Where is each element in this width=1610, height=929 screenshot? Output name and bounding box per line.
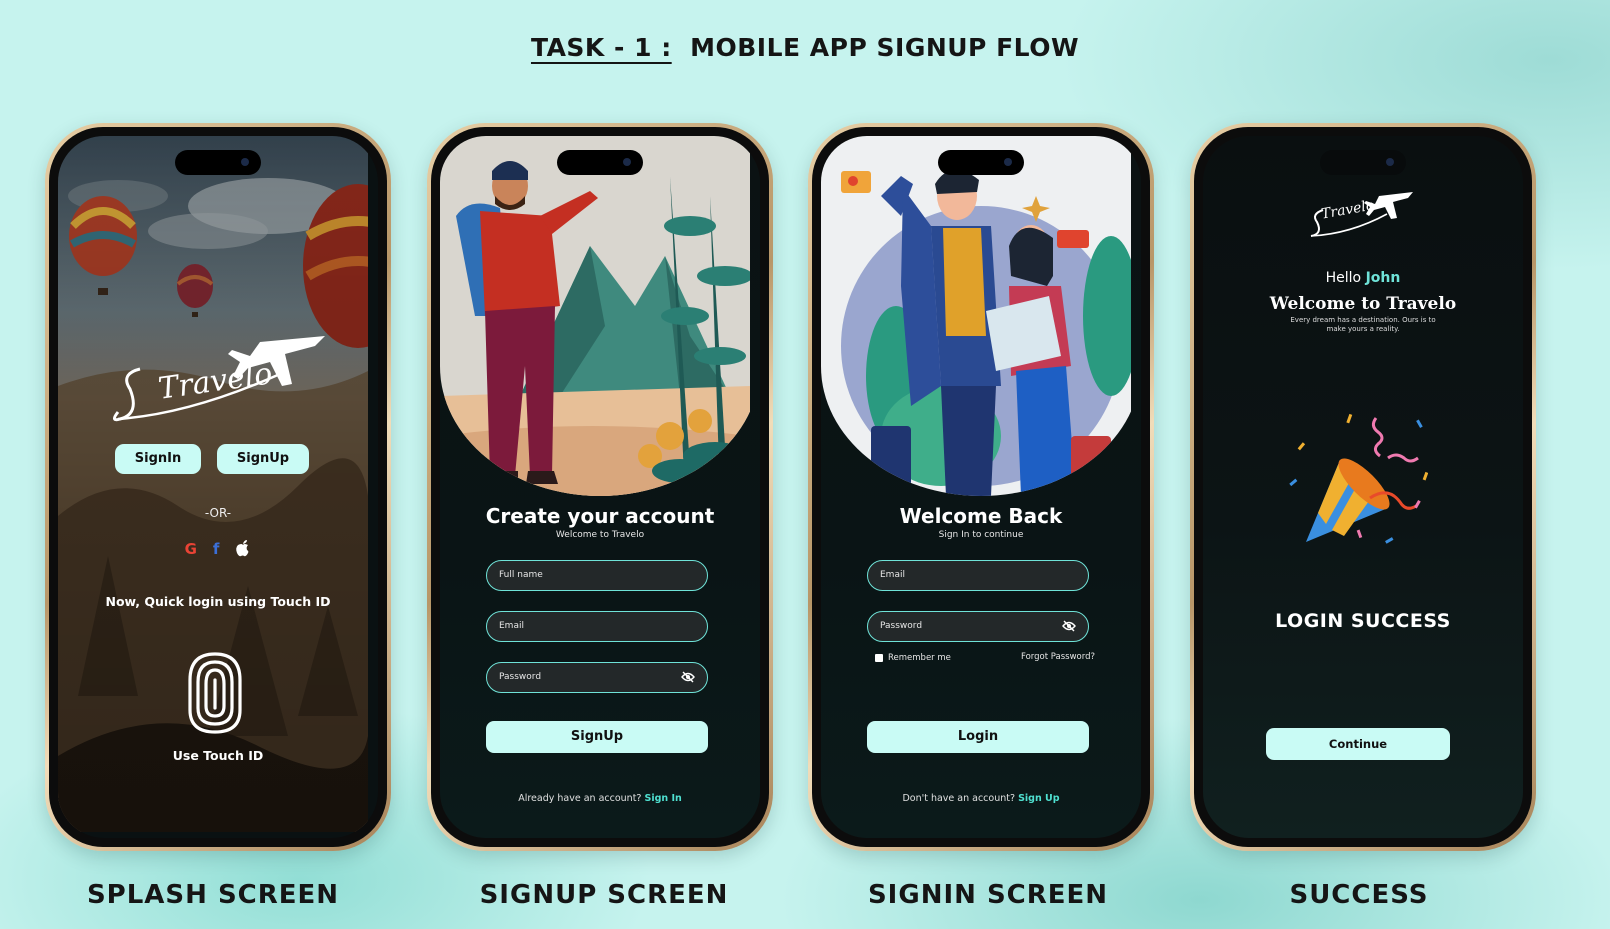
greeting: Hello John xyxy=(1203,270,1523,286)
success-screen: Travelo Hello John Welcome to Travelo Ev… xyxy=(1203,136,1523,838)
phone-splash: Travelo SignIn SignUp -OR- G f Now, Quic… xyxy=(45,123,391,851)
social-login-row: G f xyxy=(58,540,378,558)
fingerprint-icon[interactable] xyxy=(184,650,246,736)
password-field[interactable]: Password xyxy=(867,611,1089,642)
hello-text: Hello xyxy=(1325,270,1362,286)
signin-heading: Welcome Back xyxy=(899,504,1063,528)
signup-hero xyxy=(440,136,760,496)
password-field[interactable]: Password xyxy=(486,662,708,693)
quick-login-text: Now, Quick login using Touch ID xyxy=(105,594,331,609)
signin-screen: Welcome Back Sign In to continue Email P… xyxy=(821,136,1141,838)
tagline-line-1: Every dream has a destination. Ours is t… xyxy=(1290,316,1436,324)
email-field[interactable]: Email xyxy=(486,611,708,642)
phone-signup: Create your account Welcome to Travelo F… xyxy=(427,123,773,851)
signin-hero xyxy=(821,136,1141,496)
task-number: TASK - 1 : xyxy=(530,33,672,62)
facebook-icon[interactable]: f xyxy=(213,540,220,558)
caption-success: SUCCESS xyxy=(1289,880,1429,910)
caption-signup: SIGNUP SCREEN xyxy=(479,880,729,910)
caption-splash: SPLASH SCREEN xyxy=(86,880,340,910)
task-title: MOBILE APP SIGNUP FLOW xyxy=(690,33,1080,62)
email-field[interactable]: Email xyxy=(867,560,1089,591)
signup-screen: Create your account Welcome to Travelo F… xyxy=(440,136,760,838)
or-divider: -OR- xyxy=(204,506,232,520)
signup-prompt: Don't have an account? Sign Up xyxy=(821,793,1141,804)
user-name: John xyxy=(1365,270,1401,286)
phone-signin: Welcome Back Sign In to continue Email P… xyxy=(808,123,1154,851)
eye-off-icon[interactable] xyxy=(681,671,695,683)
page-title: TASK - 1 : MOBILE APP SIGNUP FLOW xyxy=(0,33,1610,62)
remember-me-checkbox[interactable] xyxy=(875,654,883,662)
remember-me-label: Remember me xyxy=(888,653,951,663)
hiker-illustration xyxy=(440,136,753,496)
dynamic-island xyxy=(175,150,261,175)
signin-prompt-text: Already have an account? xyxy=(518,793,642,804)
signup-button[interactable]: SignUp xyxy=(217,444,309,474)
tagline-line-2: make yours a reality. xyxy=(1326,325,1400,333)
party-popper-icon xyxy=(1289,413,1428,544)
signin-subheading: Sign In to continue xyxy=(938,530,1024,540)
caption-signin: SIGNIN SCREEN xyxy=(867,880,1109,910)
tagline: Every dream has a destination. Ours is t… xyxy=(1203,316,1523,334)
google-icon[interactable]: G xyxy=(185,540,197,558)
continue-button[interactable]: Continue xyxy=(1266,728,1450,760)
eye-off-icon[interactable] xyxy=(1062,620,1076,632)
phone-success: Travelo Hello John Welcome to Travelo Ev… xyxy=(1190,123,1536,851)
signup-submit-button[interactable]: SignUp xyxy=(486,721,708,753)
dynamic-island xyxy=(557,150,643,175)
signup-prompt-text: Don't have an account? xyxy=(902,793,1016,804)
signup-link[interactable]: Sign Up xyxy=(1018,793,1059,804)
login-button[interactable]: Login xyxy=(867,721,1089,753)
welcome-heading: Welcome to Travelo xyxy=(1269,294,1457,314)
splash-screen: Travelo SignIn SignUp -OR- G f Now, Quic… xyxy=(58,136,378,838)
dynamic-island xyxy=(1320,150,1406,175)
travelers-illustration xyxy=(821,136,1139,496)
signin-link[interactable]: Sign In xyxy=(645,793,682,804)
password-placeholder: Password xyxy=(499,672,542,682)
signup-subheading: Welcome to Travelo xyxy=(555,530,645,540)
apple-icon[interactable] xyxy=(235,540,251,557)
login-success-status: LOGIN SUCCESS xyxy=(1275,610,1451,632)
fullname-field[interactable]: Full name xyxy=(486,560,708,591)
forgot-password-link[interactable]: Forgot Password? xyxy=(1021,652,1095,662)
signin-button[interactable]: SignIn xyxy=(115,444,201,474)
signup-heading: Create your account xyxy=(485,504,715,528)
dynamic-island xyxy=(938,150,1024,175)
remember-me-row: Remember me xyxy=(875,653,951,663)
signin-prompt: Already have an account? Sign In xyxy=(440,793,760,804)
password-placeholder: Password xyxy=(880,621,923,631)
touch-id-label[interactable]: Use Touch ID xyxy=(58,748,378,763)
